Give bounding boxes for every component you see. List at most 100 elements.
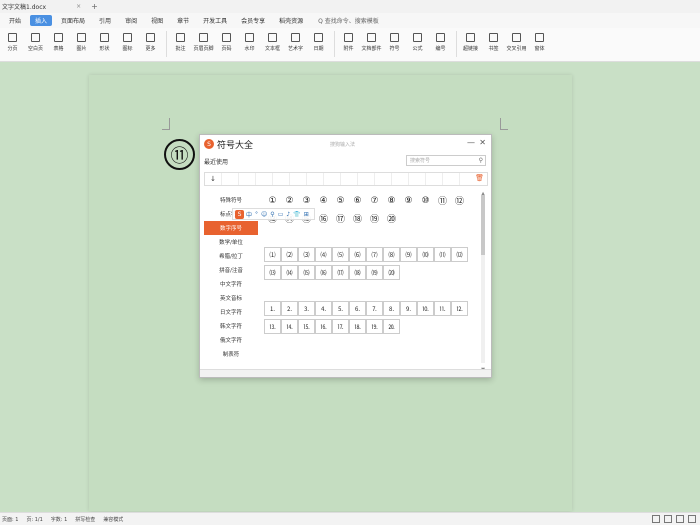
ime-tool-icon[interactable]: ♪ [286,211,290,218]
symbol-cell[interactable]: ⒊ [298,301,315,316]
symbol-cell[interactable]: ⑸ [332,247,349,262]
document-tab-title[interactable]: 文字文稿1.docx [2,2,46,11]
ribbon-button[interactable]: 空白页 [25,31,46,52]
category-item[interactable]: 特殊符号 [204,193,258,207]
ime-tool-icon[interactable]: ☺ [261,211,267,218]
recent-symbol-cell[interactable] [239,173,256,185]
recent-symbol-cell[interactable] [426,173,443,185]
symbol-cell[interactable]: ⒗ [315,319,332,334]
ime-tool-icon[interactable]: ▭ [278,211,284,218]
symbol-cell[interactable]: ① [264,193,281,208]
category-item[interactable]: 日文字符 [204,305,258,319]
symbol-cell[interactable]: ⑤ [332,193,349,208]
category-item[interactable]: 韩文字符 [204,319,258,333]
symbol-cell[interactable]: ⑺ [366,247,383,262]
symbol-cell[interactable]: ⑥ [349,193,366,208]
symbol-cell[interactable]: ⑷ [315,247,332,262]
symbol-cell[interactable]: ⑦ [366,193,383,208]
symbol-cell[interactable]: ⑾ [434,247,451,262]
menu-item-view[interactable]: 视图 [146,15,168,26]
symbol-cell[interactable]: ⑨ [400,193,417,208]
symbol-cell[interactable]: ⒇ [383,265,400,280]
symbol-cell[interactable]: ⒌ [332,301,349,316]
symbol-cell[interactable]: ⒏ [383,301,400,316]
symbol-cell[interactable]: ⒎ [366,301,383,316]
ribbon-button[interactable]: 超链接 [460,31,481,52]
symbol-cell[interactable]: ⑻ [383,247,400,262]
minimize-button[interactable]: — [467,138,475,147]
new-tab-button[interactable]: + [91,2,98,11]
symbol-cell[interactable]: ⒒ [434,301,451,316]
recent-symbol-cell[interactable] [256,173,273,185]
symbol-cell[interactable]: ⒛ [383,319,400,334]
symbol-cell[interactable]: ⒘ [332,319,349,334]
view-outline-icon[interactable] [664,515,672,523]
recent-symbol-cell[interactable] [409,173,426,185]
scrollbar-thumb[interactable] [481,195,485,255]
ribbon-button[interactable]: 水印 [239,31,260,52]
ribbon-button[interactable]: 编号 [430,31,451,52]
symbol-cell[interactable]: ⒑ [417,301,434,316]
recent-symbol-cell[interactable] [341,173,358,185]
ribbon-button[interactable]: 页眉页脚 [193,31,214,52]
category-item[interactable]: 拼音/注音 [204,263,258,277]
command-search[interactable]: Q 查找命令、搜索模板 [318,16,379,25]
symbol-cell[interactable]: ⒃ [315,265,332,280]
symbol-cell[interactable]: ⑰ [332,211,349,226]
recent-symbol-cell[interactable] [324,173,341,185]
menu-item-references[interactable]: 引用 [94,15,116,26]
ribbon-button[interactable]: 图标 [117,31,138,52]
ribbon-button[interactable]: 交叉引用 [506,31,527,52]
symbol-cell[interactable]: ⒂ [298,265,315,280]
tab-close-icon[interactable]: × [76,3,81,10]
symbol-cell[interactable]: ⒈ [264,301,281,316]
status-spell-check[interactable]: 拼写检查 [75,516,95,523]
category-item[interactable]: 数学/单位 [204,235,258,249]
symbol-cell[interactable]: ⑧ [383,193,400,208]
symbol-search-input[interactable]: 搜索符号 ⚲ [406,155,486,166]
ribbon-button[interactable]: 页码 [216,31,237,52]
recent-symbol-cell[interactable] [358,173,375,185]
symbol-cell[interactable]: ⑹ [349,247,366,262]
view-web-icon[interactable] [676,515,684,523]
symbol-cell[interactable]: ⑱ [349,211,366,226]
sogou-icon[interactable]: S [235,209,244,219]
recent-symbol-cell[interactable] [443,173,460,185]
symbol-cell[interactable]: ⑼ [400,247,417,262]
symbol-cell[interactable]: ⑿ [451,247,468,262]
category-item[interactable]: 英文音标 [204,291,258,305]
category-item[interactable]: 数字序号 [204,221,258,235]
recent-symbol-cell[interactable] [375,173,392,185]
vertical-scrollbar[interactable] [481,195,485,363]
ribbon-button[interactable]: 文本框 [262,31,283,52]
symbol-cell[interactable]: ⒕ [281,319,298,334]
symbol-cell[interactable]: ⑽ [417,247,434,262]
symbol-cell[interactable]: ⒚ [366,319,383,334]
symbol-cell[interactable]: ⒅ [349,265,366,280]
category-item[interactable]: 中文字符 [204,277,258,291]
recent-symbol-cell[interactable] [273,173,290,185]
ribbon-button[interactable]: 书签 [483,31,504,52]
symbol-cell[interactable]: ⑫ [451,193,468,208]
symbol-cell[interactable]: ② [281,193,298,208]
symbol-cell[interactable]: ⒆ [366,265,383,280]
symbol-cell[interactable]: ④ [315,193,332,208]
close-button[interactable]: ✕ [479,138,486,147]
symbol-cell[interactable]: ⒀ [264,265,281,280]
menu-item-developer[interactable]: 开发工具 [198,15,232,26]
status-compat-mode[interactable]: 兼容模式 [103,516,123,523]
symbol-cell[interactable]: ⑯ [315,211,332,226]
search-icon[interactable]: ⚲ [479,157,483,164]
category-item[interactable]: 希腊/拉丁 [204,249,258,263]
symbol-cell[interactable]: ⑳ [383,211,400,226]
ribbon-button[interactable]: 批注 [170,31,191,52]
ribbon-button[interactable]: 文档部件 [361,31,382,52]
menu-item-home[interactable]: 开始 [4,15,26,26]
ime-tool-icon[interactable]: ⚲ [270,211,274,218]
symbol-cell[interactable]: ⑪ [434,193,451,208]
recent-symbol-cell[interactable]: ↓ [205,173,222,185]
symbol-cell[interactable]: ⒙ [349,319,366,334]
symbol-cell[interactable]: ⒉ [281,301,298,316]
symbol-cell[interactable]: ⒋ [315,301,332,316]
ribbon-button[interactable]: 分页 [2,31,23,52]
